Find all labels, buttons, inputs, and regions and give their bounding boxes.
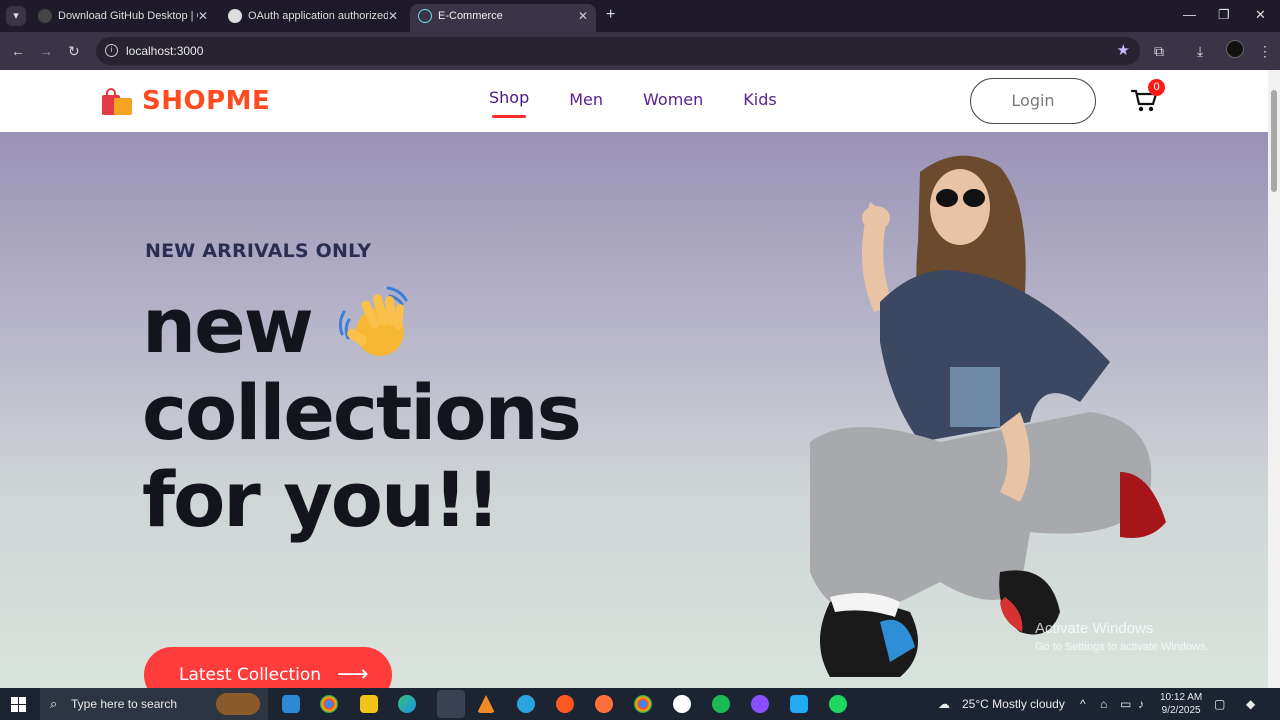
tab-oauth[interactable]: OAuth application authorized ✕ bbox=[220, 4, 406, 32]
close-tab-icon[interactable]: ✕ bbox=[578, 4, 588, 28]
site-logo[interactable]: SHOPME bbox=[102, 84, 270, 118]
page-scrollbar[interactable] bbox=[1268, 70, 1280, 688]
chrome-icon[interactable] bbox=[320, 695, 338, 713]
menu-item-kids[interactable]: Kids bbox=[743, 90, 776, 117]
volume-icon[interactable]: ♪ bbox=[1138, 688, 1144, 720]
site-navbar: SHOPME Shop Men Women Kids Login 0 bbox=[0, 70, 1268, 132]
postman-icon[interactable] bbox=[556, 695, 574, 713]
copilot-icon[interactable]: ◆ bbox=[1246, 688, 1255, 720]
file-explorer-icon[interactable] bbox=[360, 695, 378, 713]
notifications-icon[interactable]: ▢ bbox=[1214, 688, 1225, 720]
minimize-button[interactable]: — bbox=[1183, 6, 1196, 24]
logo-text: SHOPME bbox=[142, 86, 271, 116]
profile-avatar[interactable] bbox=[1226, 40, 1244, 58]
windows-taskbar: ⌕ Type here to search ☁ 25°C Mostly clou… bbox=[0, 688, 1280, 720]
cart-count-badge: 0 bbox=[1148, 79, 1165, 96]
search-placeholder: Type here to search bbox=[71, 697, 178, 711]
network-icon[interactable]: ⌂ bbox=[1100, 688, 1107, 720]
activate-windows-title: Activate Windows bbox=[1035, 620, 1154, 637]
active-underline bbox=[492, 115, 526, 118]
waving-hand-icon bbox=[338, 286, 408, 356]
hero-model-image bbox=[810, 155, 1166, 677]
restore-button[interactable]: ❐ bbox=[1218, 6, 1230, 24]
menu-item-shop[interactable]: Shop bbox=[489, 88, 530, 118]
github-desktop-icon[interactable] bbox=[673, 695, 691, 713]
close-tab-icon[interactable]: ✕ bbox=[198, 4, 208, 28]
tab-title: OAuth application authorized bbox=[248, 10, 388, 22]
tray-chevron-icon[interactable]: ^ bbox=[1080, 688, 1086, 720]
bookmark-star-icon[interactable]: ★ bbox=[1117, 37, 1130, 65]
spotify-icon[interactable] bbox=[712, 695, 730, 713]
app-green-icon[interactable] bbox=[829, 695, 847, 713]
hero-headline-line3: for you!! bbox=[142, 455, 500, 544]
github-app-icon[interactable] bbox=[751, 695, 769, 713]
arrow-right-icon: ⟶ bbox=[337, 662, 369, 687]
tab-github-desktop[interactable]: Download GitHub Desktop | Gi ✕ bbox=[30, 4, 216, 32]
login-button[interactable]: Login bbox=[970, 78, 1096, 124]
hero-headline-line1: new bbox=[142, 281, 314, 370]
clock-date: 9/2/2025 bbox=[1161, 705, 1201, 716]
new-tab-button[interactable]: + bbox=[606, 6, 615, 24]
site-info-icon[interactable]: i bbox=[105, 44, 118, 57]
menu-item-women[interactable]: Women bbox=[643, 90, 703, 117]
menu-label: Men bbox=[569, 90, 604, 109]
forward-icon[interactable]: → bbox=[39, 42, 53, 60]
tab-title: E-Commerce bbox=[438, 10, 503, 22]
page-viewport: SHOPME Shop Men Women Kids Login 0 NEW A… bbox=[0, 70, 1268, 688]
github-icon bbox=[228, 9, 242, 23]
cta-label: Latest Collection bbox=[179, 665, 322, 685]
weather-text[interactable]: 25°C Mostly cloudy bbox=[962, 688, 1065, 720]
tab-search-icon[interactable]: ▾ bbox=[6, 6, 26, 26]
github-icon bbox=[38, 9, 52, 23]
edge-icon[interactable] bbox=[398, 695, 416, 713]
activate-windows-subtitle: Go to Settings to activate Windows. bbox=[1035, 641, 1209, 653]
telegram-icon[interactable] bbox=[517, 695, 535, 713]
menu-kebab-icon[interactable]: ⋮ bbox=[1258, 41, 1272, 61]
clock-time: 10:12 AM bbox=[1160, 692, 1203, 703]
battery-icon[interactable]: ▭ bbox=[1120, 688, 1131, 720]
chrome-active-icon[interactable] bbox=[437, 690, 465, 718]
tab-ecommerce[interactable]: E-Commerce ✕ bbox=[410, 4, 596, 32]
menu-label: Shop bbox=[489, 88, 530, 107]
close-tab-icon[interactable]: ✕ bbox=[388, 4, 398, 28]
scrollbar-thumb[interactable] bbox=[1271, 90, 1277, 192]
tab-title: Download GitHub Desktop | Gi bbox=[58, 10, 198, 22]
chrome-profile-icon[interactable] bbox=[634, 695, 652, 713]
menu-label: Women bbox=[643, 90, 704, 109]
windows-start-icon[interactable] bbox=[11, 697, 26, 712]
taskbar-search-box[interactable]: ⌕ Type here to search bbox=[40, 688, 268, 720]
vlc-icon[interactable] bbox=[477, 695, 495, 713]
hero-headline-line2: collections bbox=[142, 368, 582, 457]
main-menu: Shop Men Women Kids bbox=[489, 88, 817, 118]
weather-icon[interactable]: ☁ bbox=[938, 688, 950, 720]
search-highlight-image bbox=[216, 693, 260, 715]
menu-item-men[interactable]: Men bbox=[569, 90, 603, 117]
hero-eyebrow: NEW ARRIVALS ONLY bbox=[145, 240, 372, 262]
download-icon[interactable]: ⤓ bbox=[1197, 41, 1203, 61]
firefox-icon[interactable] bbox=[595, 695, 613, 713]
shopping-bag-icon bbox=[102, 87, 132, 115]
hero-section: NEW ARRIVALS ONLY new collections for yo… bbox=[0, 132, 1268, 688]
vscode-icon[interactable] bbox=[790, 695, 808, 713]
menu-label: Kids bbox=[743, 90, 777, 109]
react-icon bbox=[418, 9, 432, 23]
close-window-button[interactable]: ✕ bbox=[1255, 6, 1266, 24]
reload-icon[interactable]: ↻ bbox=[68, 42, 80, 60]
browser-toolbar: ← → ↻ i localhost:3000 ★ ⧉ ⤓ ⋮ bbox=[0, 32, 1280, 70]
latest-collection-button[interactable]: Latest Collection ⟶ bbox=[144, 647, 392, 688]
search-icon: ⌕ bbox=[50, 696, 58, 711]
back-icon[interactable]: ← bbox=[11, 42, 25, 60]
url-text: localhost:3000 bbox=[126, 44, 204, 58]
extensions-icon[interactable]: ⧉ bbox=[1154, 41, 1164, 61]
taskview-app-icon[interactable] bbox=[282, 695, 300, 713]
browser-tab-strip: ▾ Download GitHub Desktop | Gi ✕ OAuth a… bbox=[0, 0, 1280, 32]
taskbar-clock[interactable]: 10:12 AM 9/2/2025 bbox=[1160, 691, 1202, 717]
address-bar[interactable]: i localhost:3000 ★ bbox=[96, 37, 1140, 65]
